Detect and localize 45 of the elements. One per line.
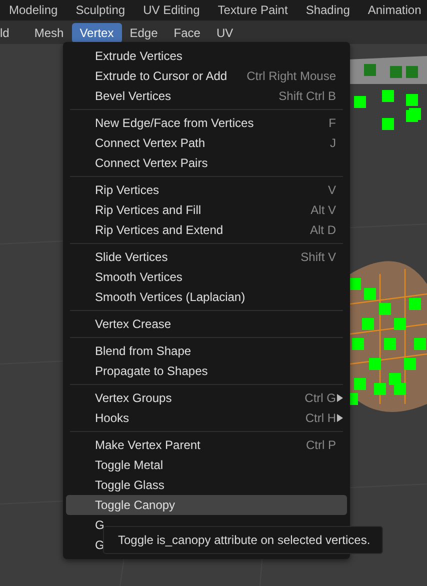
tooltip: Toggle is_canopy attribute on selected vertices. [103,526,384,554]
workspace-tab[interactable]: Animation [368,3,422,17]
workspace-tab[interactable]: Texture Paint [218,3,288,17]
shortcut-text: J [330,136,336,150]
header-menu[interactable]: UV [208,22,242,42]
shortcut-text: Alt D [310,223,336,237]
workspace-tab[interactable]: Modeling [9,3,58,17]
menu-item[interactable]: Slide Vertices Shift V [66,247,347,267]
menu-item[interactable]: Propagate to Shapes [66,361,347,381]
menu-item[interactable]: Rip Vertices and Extend Alt D [66,220,347,240]
shortcut-text: Ctrl Right Mouse [246,69,336,83]
menu-item[interactable]: Smooth Vertices (Laplacian) [66,287,347,307]
shortcut-text: F [328,116,336,130]
menu-item[interactable]: Rip Vertices V [66,180,347,200]
menu-item[interactable]: Vertex Crease [66,314,347,334]
shortcut-text: Shift Ctrl B [278,89,336,103]
shortcut-text: V [328,183,336,197]
menu-item[interactable]: Vertex Groups Ctrl G [66,388,347,408]
menu-item[interactable]: Connect Vertex Pairs [66,153,347,173]
header-menu[interactable]: ld [0,22,18,42]
workspace-tab[interactable]: Shading [306,3,350,17]
menu-item[interactable]: Extrude to Cursor or Add Ctrl Right Mouse [66,66,347,86]
shortcut-text: Alt V [310,203,336,217]
menu-item[interactable]: New Edge/Face from Vertices F [66,113,347,133]
menu-item[interactable]: Extrude Vertices [66,46,347,66]
menu-item[interactable]: Connect Vertex Path J [66,133,347,153]
workspace-tab[interactable]: Sculpting [76,3,126,17]
menu-item[interactable]: Toggle Glass [66,475,347,495]
shortcut-text: Ctrl P [306,438,336,452]
workspace-tab[interactable]: UV Editing [143,3,200,17]
header-menu[interactable]: Edge [122,22,166,42]
menu-item[interactable]: Bevel Vertices Shift Ctrl B [66,86,347,106]
menu-item[interactable]: Hooks Ctrl H [66,408,347,428]
menu-item[interactable]: Smooth Vertices [66,267,347,287]
header-menu[interactable]: Vertex [72,22,122,42]
menu-item[interactable]: Toggle Canopy [66,495,347,515]
menu-item[interactable]: Rip Vertices and Fill Alt V [66,200,347,220]
shortcut-text: Ctrl H [305,411,336,425]
header-menu[interactable]: Face [166,22,208,42]
shortcut-text: Shift V [300,250,336,264]
header-menu[interactable]: Mesh [26,22,72,42]
menu-item[interactable]: Toggle Metal [66,455,347,475]
shortcut-text: Ctrl G [304,391,336,405]
menu-item[interactable]: Make Vertex Parent Ctrl P [66,435,347,455]
menu-item[interactable]: Blend from Shape [66,341,347,361]
